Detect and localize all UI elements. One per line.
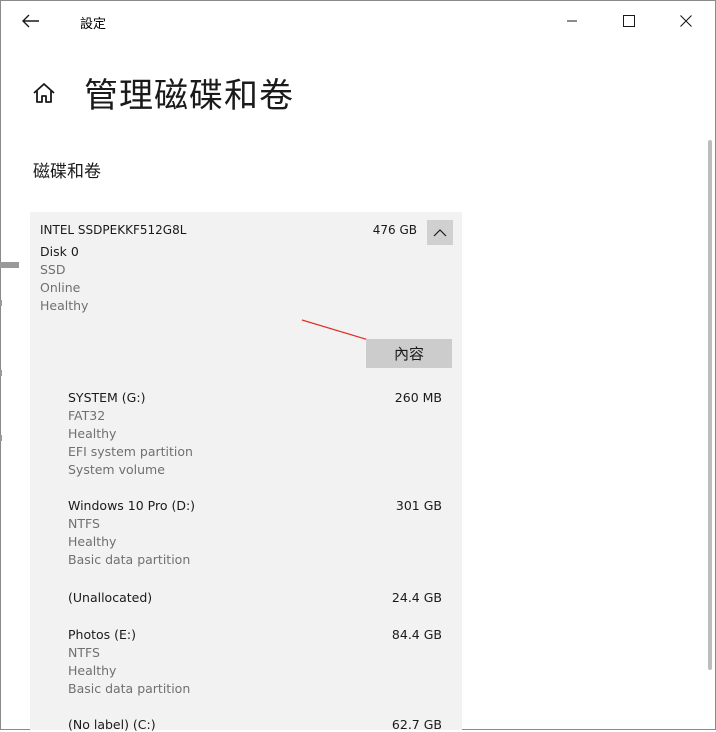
partition-health: Healthy <box>68 426 117 441</box>
left-edge-marker <box>0 262 19 268</box>
partition-health: Healthy <box>68 663 117 678</box>
disk-panel: INTEL SSDPEKKF512G8L 476 GB Disk 0 SSD O… <box>30 212 462 732</box>
partition-type: EFI system partition <box>68 444 193 459</box>
partition-name[interactable]: Photos (E:) <box>68 627 136 642</box>
home-icon <box>33 83 55 103</box>
properties-button[interactable]: 內容 <box>366 339 452 368</box>
disk-type: SSD <box>40 262 66 277</box>
partition-health: Healthy <box>68 534 117 549</box>
disk-label: Disk 0 <box>40 244 79 259</box>
partition-type: Basic data partition <box>68 552 191 567</box>
collapse-button[interactable] <box>427 220 453 245</box>
disk-status: Online <box>40 280 81 295</box>
partition-filesystem: FAT32 <box>68 408 106 423</box>
partition-name[interactable]: Windows 10 Pro (D:) <box>68 498 195 513</box>
vertical-scrollbar[interactable] <box>708 140 712 670</box>
close-button[interactable] <box>664 6 708 36</box>
back-button[interactable] <box>14 6 48 36</box>
partition-filesystem: NTFS <box>68 516 100 531</box>
window-title: 設定 <box>80 17 107 32</box>
section-title: 磁碟和卷 <box>33 162 101 182</box>
left-edge-tick <box>0 300 2 306</box>
left-edge-tick <box>0 370 2 376</box>
partition-name[interactable]: (Unallocated) <box>68 590 152 605</box>
partition-size: 24.4 GB <box>391 590 442 605</box>
partition-name[interactable]: SYSTEM (G:) <box>68 390 145 405</box>
partition-type: Basic data partition <box>68 681 191 696</box>
page-title: 管理磁碟和卷 <box>84 76 294 116</box>
maximize-button[interactable] <box>607 6 651 36</box>
title-bar: 設定 <box>0 0 716 42</box>
partition-filesystem: NTFS <box>68 645 100 660</box>
partition-size: 84.4 GB <box>391 627 442 642</box>
home-button[interactable] <box>31 80 59 108</box>
minimize-button[interactable] <box>550 6 594 36</box>
partition-size: 301 GB <box>395 498 442 513</box>
maximize-icon <box>623 15 635 27</box>
partition-role: System volume <box>68 462 165 477</box>
partition-size: 260 MB <box>394 390 442 405</box>
left-edge-tick <box>0 435 2 441</box>
disk-model: INTEL SSDPEKKF512G8L <box>40 223 187 237</box>
chevron-up-icon <box>433 228 447 236</box>
disk-size: 476 GB <box>372 223 417 237</box>
close-icon <box>680 15 692 27</box>
disk-health: Healthy <box>40 298 89 313</box>
back-arrow-icon <box>22 14 39 28</box>
minimize-icon <box>567 20 577 22</box>
